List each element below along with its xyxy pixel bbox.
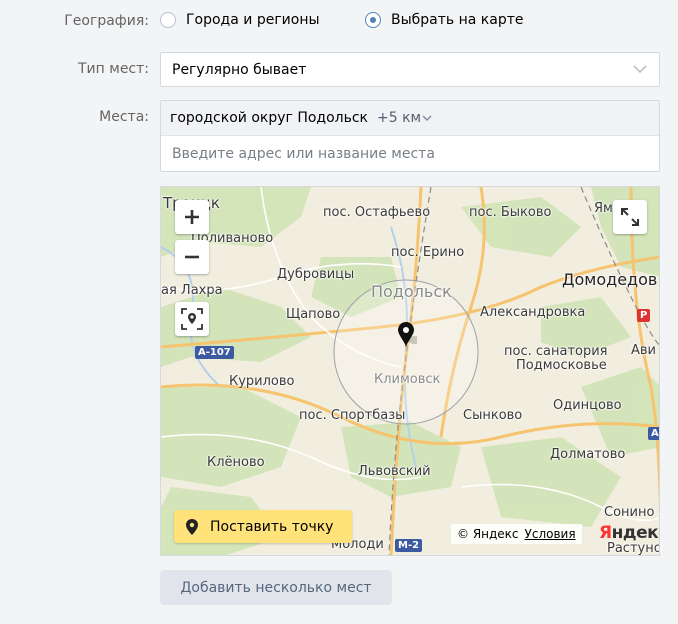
highway-badge-a107: А-107 (195, 346, 234, 359)
radio-cities-label: Города и регионы (186, 12, 320, 28)
highway-badge-top: Р (637, 309, 651, 322)
copyright-text: © Яндекс (457, 527, 519, 541)
map-widget[interactable]: Троицк пос. Остафьево пос. Быково Ям Пол… (160, 186, 660, 556)
fullscreen-button[interactable] (613, 200, 647, 234)
place-type-label: Тип мест: (78, 61, 149, 77)
map-label-ostafyevo: пос. Остафьево (323, 205, 431, 220)
zoom-in-button[interactable] (175, 200, 209, 234)
map-label-aleksandrovka: Александровка (480, 305, 586, 320)
map-label-bykovo: пос. Быково (469, 205, 552, 220)
map-label-sonino: Сонино (604, 505, 655, 520)
put-point-button[interactable]: Поставить точку (174, 510, 352, 543)
map-label-lvovsky: Львовский (358, 464, 431, 479)
map-attribution: © Яндекс Условия (451, 524, 582, 544)
zoom-out-button[interactable] (175, 240, 209, 274)
map-label-sanatorium-1: пос. санатория (504, 344, 608, 359)
selected-place-tag: городской округ Подольск (170, 110, 369, 126)
radio-cities-regions[interactable]: Города и регионы (160, 12, 320, 28)
radio-circle-map[interactable] (365, 12, 381, 28)
yandex-logo-rest: ндекс (611, 523, 659, 543)
map-label-odintsovo: Одинцово (553, 398, 622, 413)
map-marker-icon (186, 518, 198, 535)
minus-icon (185, 255, 199, 259)
add-multiple-places-button[interactable]: Добавить несколько мест (160, 570, 392, 605)
map-label-dubrovitsy: Дубровицы (277, 267, 355, 282)
terms-link[interactable]: Условия (525, 527, 576, 541)
map-label-synkovo: Сынково (463, 408, 523, 423)
yandex-logo: Яндекс (599, 523, 659, 543)
chevron-down-icon (422, 115, 432, 121)
place-type-select[interactable]: Регулярно бывает (160, 52, 660, 87)
place-type-value: Регулярно бывает (172, 61, 307, 78)
map-label-klenovo: Клёново (207, 455, 265, 470)
radio-select-on-map[interactable]: Выбрать на карте (365, 12, 524, 28)
map-label-shchapovo: Щапово (286, 307, 341, 322)
map-label-kurilovo: Курилово (229, 374, 295, 389)
map-pin-icon (398, 322, 417, 348)
geography-label: География: (64, 13, 149, 29)
highway-badge-a-right: А (648, 427, 659, 440)
map-label-avi: Ави (631, 343, 657, 358)
highway-badge-m2: М-2 (395, 539, 423, 552)
map-label-klimovsk: Климовск (374, 372, 441, 387)
put-point-label: Поставить точку (210, 518, 334, 535)
places-box: городской округ Подольск +5 км (160, 100, 660, 172)
map-label-rastunovo: Растуно (607, 541, 660, 556)
place-search-input[interactable] (170, 145, 644, 163)
chevron-down-icon (633, 65, 647, 74)
map-label-sanatorium-2: Подмосковье (516, 358, 607, 373)
radio-circle-cities[interactable] (160, 12, 176, 28)
map-label-dolmatovo: Долматово (550, 447, 626, 462)
locate-icon (181, 308, 203, 330)
map-label-lakhra: ая Лахра (161, 283, 223, 298)
places-label: Места: (99, 109, 149, 125)
map-label-erino: пос. Ерино (391, 245, 465, 260)
expand-icon (621, 208, 639, 226)
yandex-logo-letter: Я (599, 523, 612, 543)
selected-place-row: городской округ Подольск +5 км (161, 101, 659, 136)
plus-icon (185, 210, 199, 224)
geolocation-button[interactable] (175, 302, 209, 336)
radius-dropdown[interactable]: +5 км (377, 110, 432, 126)
radius-value: +5 км (377, 110, 422, 126)
map-label-domodedovo: Домодедов (562, 270, 658, 289)
map-label-sportbazy: пос. Спортбазы (299, 408, 406, 423)
radio-map-label: Выбрать на карте (391, 12, 524, 28)
map-label-podolsk: Подольск (371, 282, 452, 301)
map-label-yam: Ям (594, 201, 613, 216)
